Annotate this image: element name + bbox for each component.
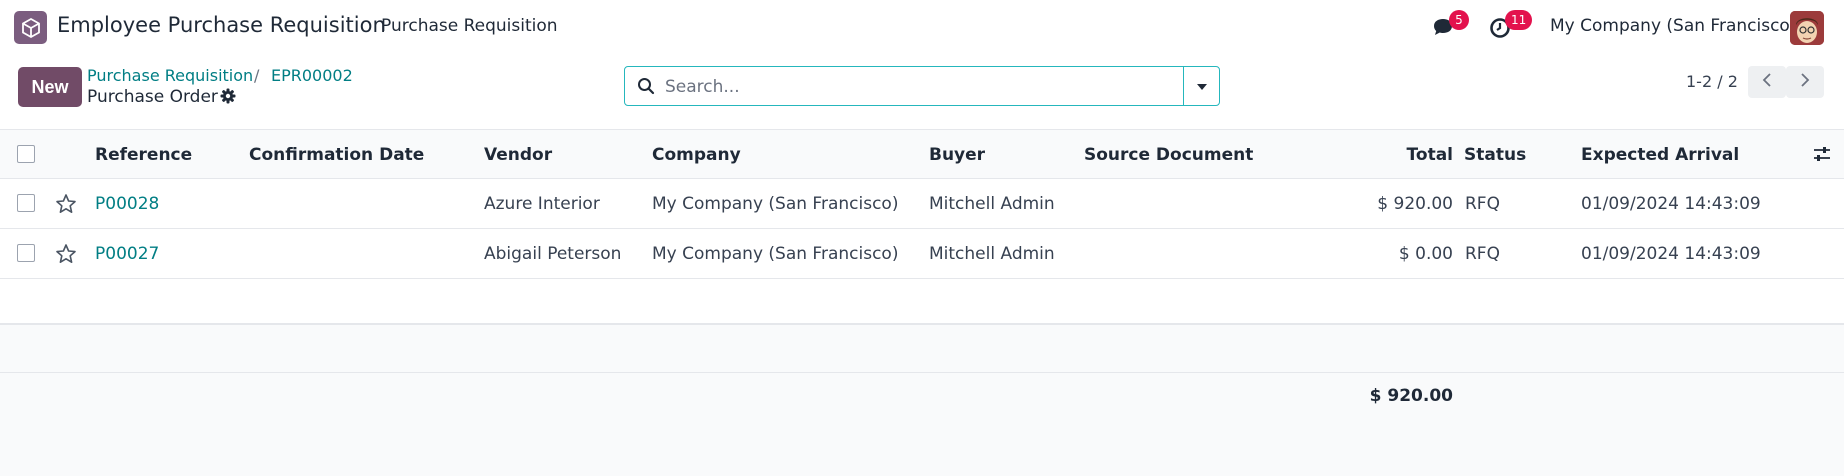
activities-badge: 11 <box>1505 10 1533 30</box>
search-options-toggle[interactable] <box>1183 66 1220 106</box>
cell-status: RFQ <box>1465 244 1500 264</box>
star-icon[interactable] <box>55 193 77 220</box>
search-icon <box>637 77 655 100</box>
cell-company: My Company (San Francisco) <box>652 244 899 264</box>
gear-icon[interactable] <box>220 88 236 109</box>
chevron-left-icon <box>1761 72 1773 93</box>
cell-expected-arrival: 01/09/2024 14:43:09 <box>1581 194 1761 214</box>
chevron-right-icon <box>1799 72 1811 93</box>
table-header: Reference Confirmation Date Vendor Compa… <box>0 129 1844 179</box>
sliders-icon[interactable] <box>1813 145 1831 168</box>
search-bar <box>624 66 1220 106</box>
search-input[interactable] <box>665 75 1155 99</box>
new-button[interactable]: New <box>18 67 82 107</box>
breadcrumb-epr00002[interactable]: EPR00002 <box>271 66 353 85</box>
column-total[interactable]: Total <box>1407 145 1453 165</box>
cell-reference[interactable]: P00027 <box>95 244 159 264</box>
grand-total: $ 920.00 <box>1369 386 1453 406</box>
top-navbar: Employee Purchase Requisition Purchase R… <box>0 0 1844 54</box>
cell-total: $ 0.00 <box>1398 244 1453 264</box>
page-title: Purchase Order <box>87 87 218 107</box>
breadcrumb-purchase-requisition[interactable]: Purchase Requisition <box>87 66 253 85</box>
cell-company: My Company (San Francisco) <box>652 194 899 214</box>
breadcrumb-separator: / <box>254 66 260 85</box>
row-checkbox[interactable] <box>17 194 35 212</box>
company-switcher[interactable]: My Company (San Francisco) <box>1550 16 1796 36</box>
avatar[interactable] <box>1790 11 1824 45</box>
cell-buyer: Mitchell Admin <box>929 244 1055 264</box>
app-title[interactable]: Employee Purchase Requisition <box>57 13 386 37</box>
select-all-checkbox[interactable] <box>17 145 35 163</box>
messages-badge: 5 <box>1449 10 1469 30</box>
cell-total: $ 920.00 <box>1377 194 1453 214</box>
menu-purchase-requisition[interactable]: Purchase Requisition <box>381 16 558 36</box>
caret-down-icon <box>1196 76 1208 96</box>
app-cube-icon[interactable] <box>14 11 47 44</box>
cell-vendor: Azure Interior <box>484 194 600 214</box>
column-expected-arrival[interactable]: Expected Arrival <box>1581 145 1739 165</box>
empty-row <box>0 279 1844 324</box>
table-footer: $ 920.00 <box>0 372 1844 476</box>
table-row[interactable]: P00028 Azure Interior My Company (San Fr… <box>0 179 1844 229</box>
pager-next-button[interactable] <box>1786 66 1824 98</box>
column-company[interactable]: Company <box>652 145 741 165</box>
table-row[interactable]: P00027 Abigail Peterson My Company (San … <box>0 229 1844 279</box>
empty-row <box>0 324 1844 372</box>
column-confirmation-date[interactable]: Confirmation Date <box>249 145 424 165</box>
star-icon[interactable] <box>55 243 77 270</box>
pager-value[interactable]: 1-2 / 2 <box>1686 72 1738 91</box>
column-reference[interactable]: Reference <box>95 145 192 165</box>
cell-status: RFQ <box>1465 194 1500 214</box>
column-vendor[interactable]: Vendor <box>484 145 552 165</box>
row-checkbox[interactable] <box>17 244 35 262</box>
cell-expected-arrival: 01/09/2024 14:43:09 <box>1581 244 1761 264</box>
cell-vendor: Abigail Peterson <box>484 244 622 264</box>
pager-previous-button[interactable] <box>1748 66 1786 98</box>
column-buyer[interactable]: Buyer <box>929 145 985 165</box>
cell-buyer: Mitchell Admin <box>929 194 1055 214</box>
column-status[interactable]: Status <box>1464 145 1526 165</box>
cell-reference[interactable]: P00028 <box>95 194 159 214</box>
column-source-document[interactable]: Source Document <box>1084 145 1253 165</box>
